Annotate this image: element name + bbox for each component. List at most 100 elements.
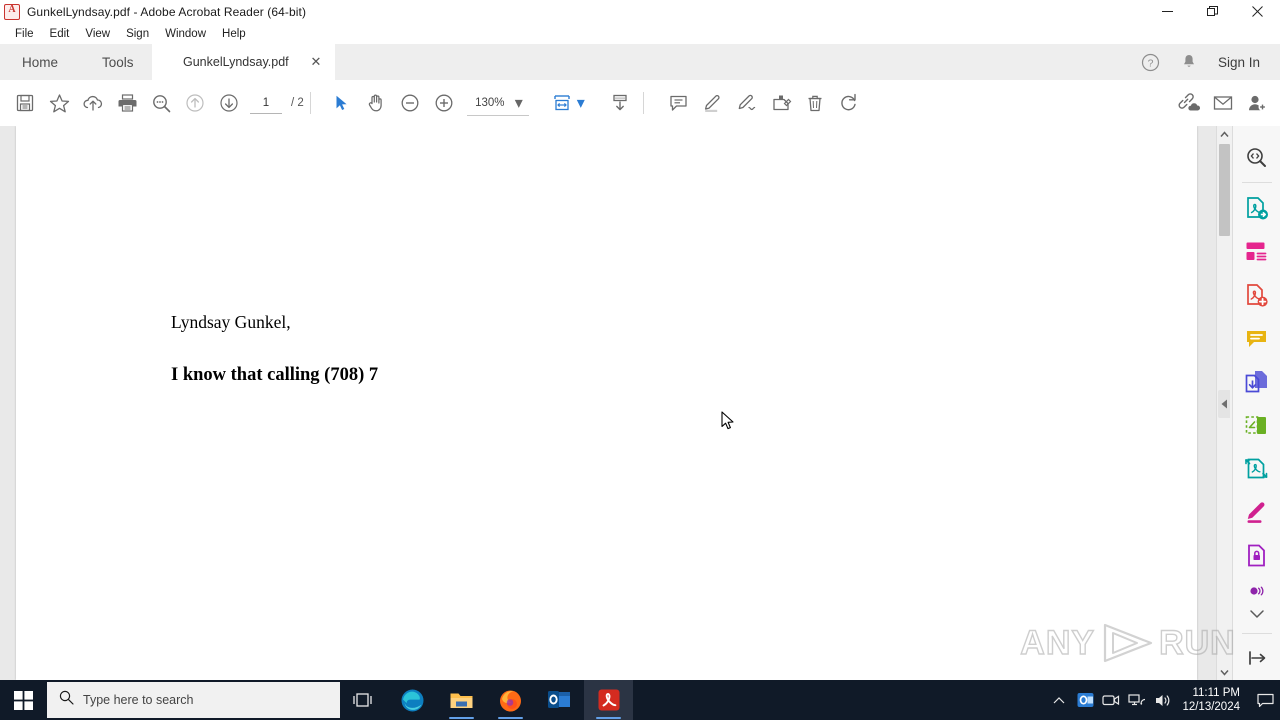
collapse-right-panel-icon[interactable] bbox=[1218, 390, 1230, 418]
task-view-icon[interactable] bbox=[342, 680, 382, 720]
hand-pan-icon[interactable] bbox=[359, 86, 393, 120]
rail-divider bbox=[1241, 182, 1272, 184]
tab-bar-right: ? Sign In bbox=[1134, 44, 1272, 80]
restore-icon[interactable] bbox=[1190, 0, 1235, 23]
notification-bell-icon[interactable] bbox=[1172, 45, 1206, 79]
tab-home[interactable]: Home bbox=[0, 44, 81, 80]
windows-start-icon[interactable] bbox=[0, 680, 47, 720]
taskbar-acrobat-icon[interactable] bbox=[584, 680, 633, 720]
collapse-tools-pane-icon[interactable] bbox=[1235, 637, 1279, 680]
action-center-icon[interactable] bbox=[1250, 680, 1280, 720]
tab-tools[interactable]: Tools bbox=[80, 44, 156, 80]
share-link-icon[interactable] bbox=[1172, 86, 1206, 120]
next-page-icon[interactable] bbox=[212, 86, 246, 120]
add-to-favorites-icon[interactable] bbox=[42, 86, 76, 120]
tab-document[interactable]: GunkelLyndsay.pdf ✕ bbox=[152, 44, 335, 80]
taskbar-clock[interactable]: 11:11 PM 12/13/2024 bbox=[1176, 680, 1250, 720]
add-stamp-icon[interactable] bbox=[764, 86, 798, 120]
search-icon bbox=[59, 690, 74, 710]
document-view[interactable]: Lyndsay Gunkel, I know that calling (708… bbox=[0, 126, 1232, 680]
add-comment-icon[interactable] bbox=[662, 86, 696, 120]
page-number-input[interactable] bbox=[250, 92, 282, 114]
taskbar-file-explorer-icon[interactable] bbox=[437, 680, 486, 720]
combine-files-icon[interactable] bbox=[1235, 360, 1279, 403]
window-title: GunkelLyndsay.pdf - Adobe Acrobat Reader… bbox=[27, 4, 307, 19]
create-pdf-icon[interactable] bbox=[1235, 230, 1279, 273]
tab-bar: Home Tools GunkelLyndsay.pdf ✕ ? Sign In bbox=[0, 44, 1280, 81]
scroll-mode-icon[interactable] bbox=[603, 86, 637, 120]
taskbar-apps bbox=[388, 680, 633, 720]
acrobat-icon bbox=[4, 3, 20, 20]
menu-window[interactable]: Window bbox=[157, 26, 214, 42]
tray-network-icon[interactable] bbox=[1124, 680, 1150, 720]
taskbar-running-indicator bbox=[449, 717, 474, 719]
fill-and-sign-icon[interactable] bbox=[1235, 490, 1279, 533]
search-tool-icon[interactable] bbox=[1235, 136, 1279, 179]
select-cursor-icon[interactable] bbox=[325, 86, 359, 120]
title-bar: GunkelLyndsay.pdf - Adobe Acrobat Reader… bbox=[0, 0, 1280, 23]
edit-pdf-icon[interactable] bbox=[1235, 273, 1279, 316]
close-icon[interactable] bbox=[1235, 0, 1280, 23]
chevron-down-icon[interactable]: ▾ bbox=[511, 95, 527, 112]
system-tray: 11:11 PM 12/13/2024 bbox=[1046, 680, 1280, 720]
tools-rail bbox=[1232, 126, 1280, 680]
tray-camera-icon[interactable] bbox=[1098, 680, 1124, 720]
scrollbar-thumb[interactable] bbox=[1219, 144, 1230, 236]
draw-freehand-icon[interactable] bbox=[730, 86, 764, 120]
page-total-label: / 2 bbox=[291, 97, 304, 109]
zoom-level-control[interactable]: 130% ▾ bbox=[466, 91, 529, 116]
taskbar-firefox-icon[interactable] bbox=[486, 680, 535, 720]
acrobat-reader-window: GunkelLyndsay.pdf - Adobe Acrobat Reader… bbox=[0, 0, 1280, 720]
title-bar-left: GunkelLyndsay.pdf - Adobe Acrobat Reader… bbox=[4, 0, 306, 23]
tray-chevron-up-icon[interactable] bbox=[1046, 680, 1072, 720]
more-tools-chevron-down-icon[interactable] bbox=[1235, 603, 1279, 625]
tray-outlook-icon[interactable] bbox=[1072, 680, 1098, 720]
compress-pdf-icon[interactable] bbox=[1235, 447, 1279, 490]
find-text-icon[interactable] bbox=[144, 86, 178, 120]
minimize-icon[interactable] bbox=[1145, 0, 1190, 23]
menu-sign[interactable]: Sign bbox=[118, 26, 157, 42]
invite-people-icon[interactable] bbox=[1240, 86, 1274, 120]
rotate-icon[interactable] bbox=[832, 86, 866, 120]
zoom-in-icon[interactable] bbox=[427, 86, 461, 120]
menu-help[interactable]: Help bbox=[214, 26, 254, 42]
comment-tool-icon[interactable] bbox=[1235, 317, 1279, 360]
scroll-up-icon[interactable] bbox=[1217, 126, 1232, 142]
print-file-icon[interactable] bbox=[110, 86, 144, 120]
tab-close-icon[interactable]: ✕ bbox=[309, 55, 323, 69]
highlight-text-icon[interactable] bbox=[696, 86, 730, 120]
scroll-down-icon[interactable] bbox=[1217, 664, 1232, 680]
taskbar-search-box[interactable]: Type here to search bbox=[47, 682, 340, 718]
sign-in-button[interactable]: Sign In bbox=[1210, 55, 1272, 70]
menu-file[interactable]: File bbox=[7, 26, 42, 42]
document-line-2: I know that calling (708) 7 bbox=[171, 365, 379, 385]
delete-icon[interactable] bbox=[798, 86, 832, 120]
organize-pages-icon[interactable] bbox=[1235, 404, 1279, 447]
pdf-page: Lyndsay Gunkel, I know that calling (708… bbox=[16, 126, 1197, 680]
fit-page-chevron-down-icon[interactable]: ▾ bbox=[573, 95, 589, 112]
main-toolbar: / 2 130% ▾ ▾ bbox=[0, 80, 1280, 127]
toolbar-separator-2 bbox=[642, 92, 644, 114]
tab-document-label: GunkelLyndsay.pdf bbox=[183, 55, 289, 69]
protect-pdf-icon[interactable] bbox=[1235, 534, 1279, 577]
tab-bar-left: Home Tools bbox=[0, 44, 156, 80]
send-email-icon[interactable] bbox=[1206, 86, 1240, 120]
document-line-1: Lyndsay Gunkel, bbox=[171, 312, 291, 332]
taskbar-outlook-icon[interactable] bbox=[535, 680, 584, 720]
search-placeholder: Type here to search bbox=[83, 693, 194, 707]
zoom-out-icon[interactable] bbox=[393, 86, 427, 120]
previous-page-icon[interactable] bbox=[178, 86, 212, 120]
windows-taskbar: Type here to search 11:11 PM 12/13/2024 bbox=[0, 680, 1280, 720]
menu-edit[interactable]: Edit bbox=[42, 26, 78, 42]
menu-bar: File Edit View Sign Window Help bbox=[0, 23, 1280, 44]
help-circle-icon[interactable]: ? bbox=[1134, 45, 1168, 79]
export-pdf-icon[interactable] bbox=[1235, 186, 1279, 229]
taskbar-running-indicator bbox=[498, 717, 523, 719]
taskbar-edge-icon[interactable] bbox=[388, 680, 437, 720]
upload-to-cloud-icon[interactable] bbox=[76, 86, 110, 120]
toolbar-separator bbox=[309, 92, 311, 114]
save-file-icon[interactable] bbox=[8, 86, 42, 120]
tray-volume-icon[interactable] bbox=[1150, 680, 1176, 720]
menu-view[interactable]: View bbox=[77, 26, 118, 42]
zoom-level-value: 130% bbox=[475, 96, 505, 109]
